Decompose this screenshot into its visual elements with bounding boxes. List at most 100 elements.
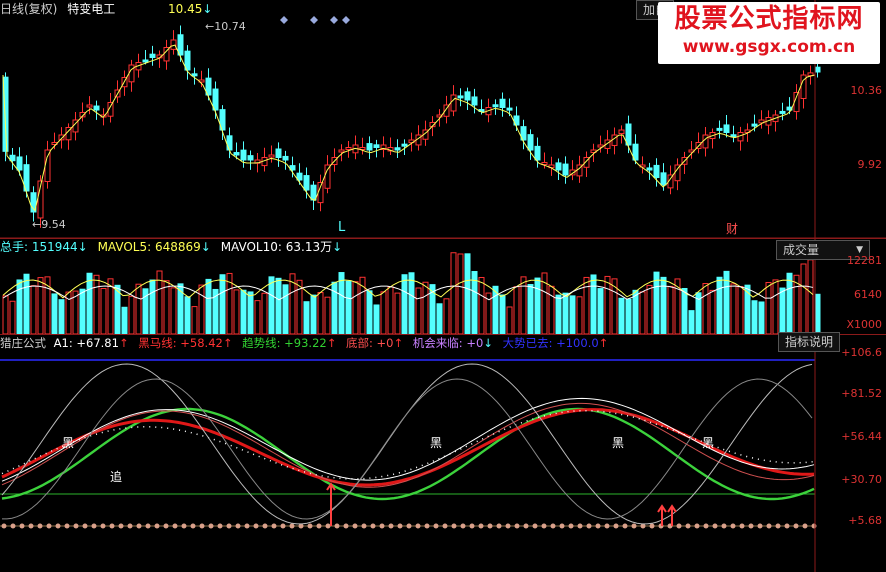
- volume-bar: [464, 253, 471, 334]
- bottom-dot: [784, 523, 790, 529]
- bottom-dot: [19, 523, 25, 529]
- bottom-dot: [82, 523, 88, 529]
- candle-body: [814, 66, 821, 73]
- bottom-dot: [28, 523, 34, 529]
- volume-bar: [93, 274, 100, 334]
- bottom-dot: [235, 523, 241, 529]
- site-watermark: 股票公式指标网 www.gsgx.com.cn: [658, 2, 880, 64]
- indicator-name: 猎庄公式: [0, 336, 46, 350]
- volume-bar: [716, 276, 723, 334]
- volume-bar: [380, 291, 387, 334]
- bottom-dot: [199, 523, 205, 529]
- volume-bar: [702, 283, 709, 334]
- candle-body: [499, 98, 506, 109]
- candle-body: [338, 149, 345, 153]
- candle-body: [450, 94, 457, 112]
- bottom-dot: [613, 523, 619, 529]
- bottom-dot: [217, 523, 223, 529]
- bottom-dot: [766, 523, 772, 529]
- bottom-dot: [91, 523, 97, 529]
- bottom-dot: [568, 523, 574, 529]
- volume-bar: [688, 310, 695, 334]
- candle-body: [618, 129, 625, 135]
- bottom-dot: [676, 523, 682, 529]
- volume-bar: [23, 273, 30, 334]
- indicator-help-button[interactable]: 指标说明: [778, 332, 841, 352]
- volume-header: 总手: 151944↓ MAVOL5: 648869↓ MAVOL10: 63.…: [0, 238, 886, 256]
- candle-body: [324, 164, 331, 189]
- bottom-dot: [154, 523, 160, 529]
- bottom-dot: [370, 523, 376, 529]
- bottom-dot: [577, 523, 583, 529]
- volume-axis-label: 12281: [847, 254, 882, 267]
- bottom-dot: [55, 523, 61, 529]
- volume-bar: [261, 292, 268, 334]
- candle-body: [275, 148, 282, 158]
- candle-body: [282, 155, 289, 161]
- bottom-dot: [802, 523, 808, 529]
- volume-bar: [121, 306, 128, 334]
- candle-body: [716, 127, 723, 131]
- volume-bar: [408, 272, 415, 334]
- volume-axis-label: 6140: [854, 288, 882, 301]
- volume-bar: [779, 287, 786, 334]
- candle-body: [44, 149, 51, 183]
- volume-bar: [478, 277, 485, 334]
- volume-bar: [513, 286, 520, 334]
- candle-body: [93, 105, 100, 111]
- volume-bar: [184, 296, 191, 334]
- volume-bar: [737, 286, 744, 334]
- candle-body: [191, 73, 198, 77]
- candle-body: [247, 155, 254, 161]
- price-axis-label: 9.92: [857, 158, 883, 171]
- a1-line: [1, 397, 815, 482]
- volume-bar: [254, 300, 261, 334]
- bottom-dot: [649, 523, 655, 529]
- indicator-pane[interactable]: 猎庄公式 A1: +67.81↑ 黑马线: +58.42↑ 趋势线: +93.2…: [0, 332, 886, 572]
- bottom-dot: [496, 523, 502, 529]
- volume-bar: [352, 281, 359, 334]
- volume-bar: [604, 275, 611, 334]
- bottom-dot: [379, 523, 385, 529]
- volume-bar: [282, 284, 289, 334]
- candle-body: [86, 104, 93, 108]
- candle-body: [177, 34, 184, 56]
- bottom-dot: [316, 523, 322, 529]
- bottom-dot: [10, 523, 16, 529]
- volume-axis-unit: X1000: [846, 318, 882, 331]
- bottom-dot: [559, 523, 565, 529]
- volume-bar: [16, 279, 23, 334]
- volume-bar: [457, 253, 464, 334]
- bottom-dot: [271, 523, 277, 529]
- candle-body: [16, 156, 23, 171]
- bottom-dot: [712, 523, 718, 529]
- volume-pane[interactable]: 总手: 151944↓ MAVOL5: 648869↓ MAVOL10: 63.…: [0, 238, 886, 334]
- mavol5-line: [2, 279, 814, 299]
- low-price-label: ←9.54: [32, 218, 66, 231]
- volume-bar: [163, 280, 170, 334]
- price-pane[interactable]: 日线(复权) 特变电工 10.45↓ 加自 10.36 9.92 ←10.74 …: [0, 0, 886, 238]
- volume-bar: [583, 276, 590, 334]
- volume-bar: [205, 278, 212, 334]
- indicator-axis-label: +56.44: [841, 430, 882, 443]
- volume-bar: [268, 276, 275, 334]
- candle-body: [373, 144, 380, 149]
- candle-body: [562, 163, 569, 176]
- bottom-dot: [46, 523, 52, 529]
- volume-bar: [709, 289, 716, 334]
- indicator-chart[interactable]: [0, 334, 886, 572]
- bottom-dot: [433, 523, 439, 529]
- candle-body: [345, 147, 352, 150]
- volume-bar: [275, 277, 282, 334]
- event-marker-finance[interactable]: 财: [726, 220, 738, 237]
- candle-body: [506, 107, 513, 111]
- event-marker-l[interactable]: L: [338, 220, 345, 235]
- a1-red-line: [1, 402, 815, 488]
- volume-bar: [562, 292, 569, 334]
- volume-bar: [240, 289, 247, 334]
- candle-body: [226, 135, 233, 151]
- bottom-dot: [514, 523, 520, 529]
- signal-label: 黑: [62, 436, 75, 450]
- bottom-dot: [487, 523, 493, 529]
- candle-body: [464, 91, 471, 101]
